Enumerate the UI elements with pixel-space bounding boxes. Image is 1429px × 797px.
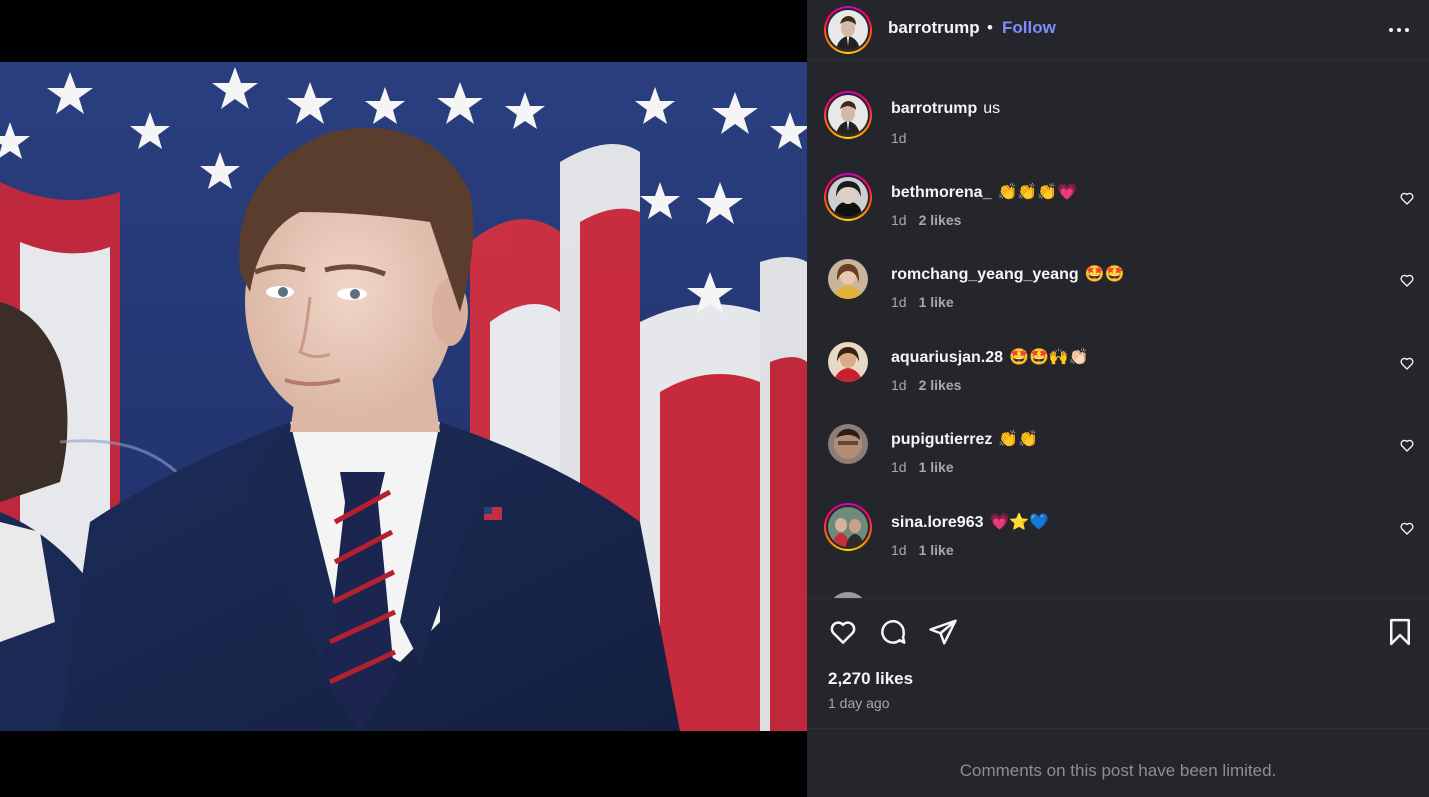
comment-item: romchang_yeang_yeang 🤩🤩 1d 1 like	[807, 255, 1429, 335]
comment-bubble-icon[interactable]	[878, 617, 908, 647]
comment-item-partial	[807, 588, 1429, 598]
commenter-avatar-image	[828, 177, 868, 217]
commenter-avatar[interactable]	[828, 424, 868, 464]
caption: barrotrump us 1d	[807, 91, 1429, 171]
separator-dot: •	[987, 18, 993, 37]
comment-username[interactable]: romchang_yeang_yeang 🤩🤩	[891, 264, 1124, 284]
more-options-icon[interactable]	[1387, 22, 1411, 38]
comment-time: 1d	[891, 459, 907, 475]
caption-username[interactable]: barrotrump us	[891, 100, 1000, 118]
comment-time: 1d	[891, 377, 907, 393]
commenter-avatar[interactable]	[828, 259, 868, 299]
author-avatar-image	[828, 10, 868, 50]
author-avatar[interactable]	[824, 6, 872, 54]
comment-username[interactable]: pupigutierrez 👏👏	[891, 429, 1038, 449]
post-media	[0, 0, 807, 797]
comment-meta: 1d 1 like	[891, 542, 954, 558]
comment-like-heart-icon[interactable]	[1399, 355, 1415, 371]
comment-likes[interactable]: 2 likes	[919, 377, 962, 393]
comment-likes[interactable]: 1 like	[919, 542, 954, 558]
comments-limited-notice: Comments on this post have been limited.	[807, 728, 1429, 797]
post-actions: 2,270 likes 1 day ago	[807, 598, 1429, 728]
likes-count[interactable]: 2,270 likes	[828, 669, 913, 689]
author-username[interactable]: barrotrump	[888, 18, 980, 38]
post-time[interactable]: 1 day ago	[828, 695, 890, 711]
post-photo[interactable]	[0, 62, 807, 731]
commenter-avatar[interactable]	[824, 173, 872, 221]
comment-username[interactable]: bethmorena_ 👏👏👏💗	[891, 182, 1077, 202]
comment-text: 👏👏	[998, 431, 1039, 448]
bookmark-icon[interactable]	[1385, 617, 1415, 647]
comment-username[interactable]: aquariusjan.28 🤩🤩🙌👏🏻	[891, 347, 1089, 367]
paper-plane-icon[interactable]	[928, 617, 958, 647]
caption-meta: 1d	[891, 130, 907, 146]
comment-like-heart-icon[interactable]	[1399, 272, 1415, 288]
comment-meta: 1d 2 likes	[891, 212, 961, 228]
post-header: barrotrump • Follow	[807, 0, 1429, 60]
comment-like-heart-icon[interactable]	[1399, 190, 1415, 206]
comment-text: 🤩🤩	[1084, 266, 1125, 283]
comment-meta: 1d 1 like	[891, 294, 954, 310]
caption-text: us	[983, 100, 1001, 117]
heart-icon[interactable]	[828, 617, 858, 647]
comment-text: 👏👏👏💗	[997, 184, 1078, 201]
comment-likes[interactable]: 1 like	[919, 294, 954, 310]
comment-item: pupigutierrez 👏👏 1d 1 like	[807, 420, 1429, 500]
comment-meta: 1d 2 likes	[891, 377, 961, 393]
comments-list[interactable]: barrotrump us 1d bethmorena_ 👏👏👏💗 1d 2 l…	[807, 61, 1429, 598]
comment-like-heart-icon[interactable]	[1399, 437, 1415, 453]
caption-time: 1d	[891, 130, 907, 146]
commenter-avatar-image	[828, 507, 868, 547]
comment-item: aquariusjan.28 🤩🤩🙌👏🏻 1d 2 likes	[807, 338, 1429, 418]
comment-time: 1d	[891, 212, 907, 228]
commenter-avatar[interactable]	[828, 342, 868, 382]
post-sidebar: barrotrump • Follow barrotrump us 1d bet…	[807, 0, 1429, 797]
comment-username[interactable]: sina.lore963 💗⭐💙	[891, 512, 1049, 532]
comment-item: sina.lore963 💗⭐💙 1d 1 like	[807, 503, 1429, 583]
author-avatar-image	[828, 95, 868, 135]
follow-button[interactable]: Follow	[1002, 18, 1056, 38]
comment-text: 💗⭐💙	[989, 514, 1050, 531]
comment-likes[interactable]: 2 likes	[919, 212, 962, 228]
author-avatar[interactable]	[824, 91, 872, 139]
commenter-avatar[interactable]	[824, 503, 872, 551]
comment-item: bethmorena_ 👏👏👏💗 1d 2 likes	[807, 173, 1429, 253]
comment-time: 1d	[891, 294, 907, 310]
comment-likes[interactable]: 1 like	[919, 459, 954, 475]
comment-meta: 1d 1 like	[891, 459, 954, 475]
comment-text: 🤩🤩🙌👏🏻	[1009, 349, 1089, 366]
comment-time: 1d	[891, 542, 907, 558]
comment-like-heart-icon[interactable]	[1399, 520, 1415, 536]
